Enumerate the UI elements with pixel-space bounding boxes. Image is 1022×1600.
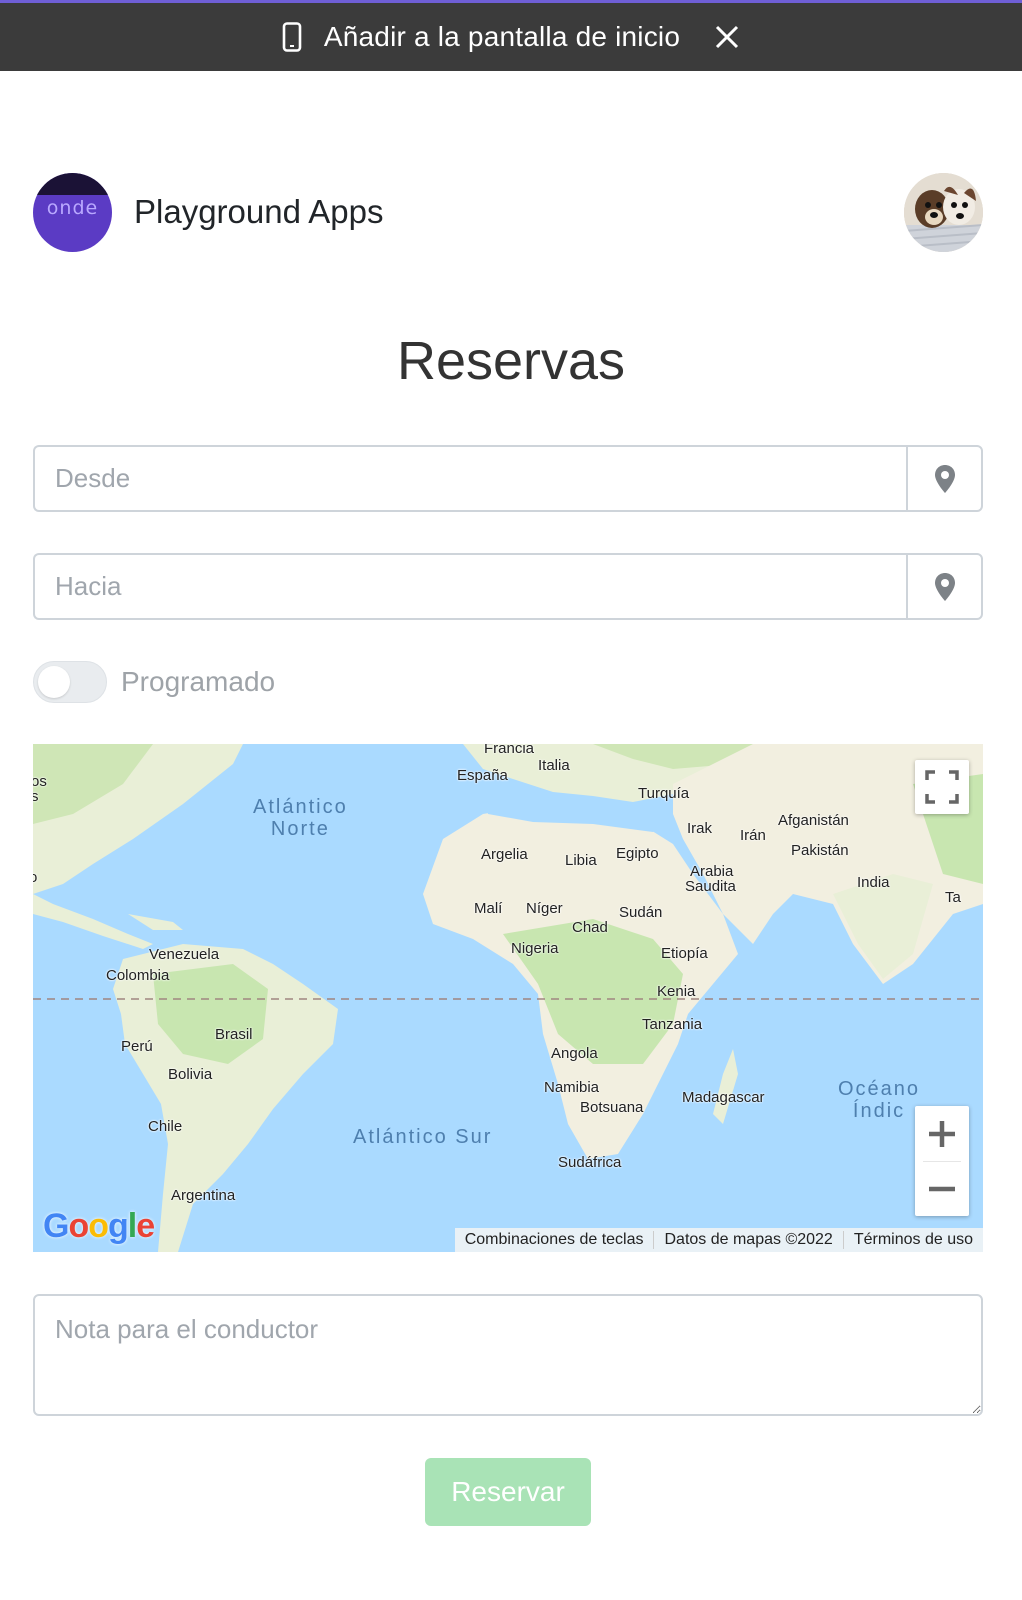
fullscreen-button[interactable] — [915, 760, 969, 814]
country-label: Angola — [551, 1045, 598, 1062]
logo-text: onde — [46, 197, 99, 219]
to-location-button[interactable] — [906, 553, 983, 620]
to-input[interactable] — [33, 553, 906, 620]
country-label: Chad — [572, 919, 608, 936]
scheduled-toggle[interactable] — [33, 661, 107, 703]
country-label: Sudán — [619, 904, 663, 921]
scheduled-row: Programado — [33, 660, 275, 704]
from-input-group — [33, 445, 983, 512]
country-label: Brasil — [215, 1026, 253, 1043]
country-label: Etiopía — [661, 945, 708, 962]
country-label: Egipto — [616, 845, 659, 862]
driver-note-textarea[interactable] — [33, 1294, 983, 1416]
fullscreen-icon — [925, 770, 959, 804]
country-label: Francia — [484, 744, 535, 757]
to-input-group — [33, 553, 983, 620]
country-label: Chile — [148, 1118, 183, 1135]
ocean-label: Océano Índic — [838, 1078, 921, 1122]
google-logo[interactable]: Google — [43, 1207, 155, 1246]
from-input[interactable] — [33, 445, 906, 512]
keyboard-shortcuts-link[interactable]: Combinaciones de teclas — [455, 1231, 654, 1249]
user-avatar[interactable] — [904, 173, 983, 252]
country-label: Colombia — [106, 967, 170, 984]
app-header: onde Playground Apps — [33, 173, 983, 253]
country-label: Saudita — [685, 878, 736, 895]
country-label: India — [857, 874, 890, 891]
country-label: Irak — [687, 820, 713, 837]
terms-of-use-link[interactable]: Términos de uso — [842, 1231, 983, 1249]
country-label: Italia — [538, 757, 570, 774]
zoom-out-button[interactable] — [915, 1161, 969, 1216]
map[interactable]: Atlántico Norte Atlántico Sur Océano Índic… — [33, 744, 983, 1252]
scheduled-label: Programado — [121, 666, 276, 697]
banner-text[interactable]: Añadir a la pantalla de inicio — [324, 21, 680, 53]
country-label: Pakistán — [791, 842, 849, 859]
country-label: Irán — [740, 827, 766, 844]
country-label: Namibia — [544, 1079, 600, 1096]
country-label: Kenia — [657, 983, 696, 1000]
country-label: Perú — [121, 1038, 153, 1055]
country-label: Venezuela — [149, 946, 220, 963]
map-data-text: Datos de mapas ©2022 — [653, 1231, 842, 1249]
country-label: Argentina — [171, 1187, 236, 1204]
phone-icon — [282, 22, 302, 52]
ocean-label: Atlántico Norte — [253, 796, 348, 840]
country-label: Sudáfrica — [558, 1154, 622, 1171]
close-icon[interactable] — [714, 24, 740, 50]
app-name: Playground Apps — [134, 193, 384, 230]
country-label: Ta — [945, 889, 961, 906]
country-label: Nigeria — [511, 940, 559, 957]
add-to-home-banner: Añadir a la pantalla de inicio — [0, 0, 1022, 71]
page-title: Reservas — [396, 331, 626, 391]
country-label: s — [33, 788, 39, 805]
book-button[interactable]: Reservar — [425, 1458, 591, 1526]
zoom-control — [915, 1106, 969, 1216]
country-label: España — [457, 767, 508, 784]
zoom-in-icon — [929, 1120, 955, 1147]
country-label: Botsuana — [580, 1099, 644, 1116]
country-label: o — [33, 869, 38, 886]
ocean-label: Atlántico Sur — [353, 1126, 493, 1148]
map-attribution: Combinaciones de teclas Datos de mapas ©… — [454, 1228, 983, 1252]
zoom-out-icon — [929, 1186, 955, 1191]
country-label: Argelia — [481, 846, 528, 863]
country-label: Turquía — [638, 785, 690, 802]
zoom-in-button[interactable] — [915, 1106, 969, 1161]
country-label: Níger — [526, 900, 563, 917]
country-label: Libia — [565, 852, 597, 869]
map-pin-icon — [934, 572, 955, 601]
country-label: Madagascar — [682, 1089, 765, 1106]
country-label: Bolivia — [168, 1066, 213, 1083]
from-location-button[interactable] — [906, 445, 983, 512]
country-label: Afganistán — [778, 812, 849, 829]
map-pin-icon — [934, 464, 955, 493]
country-label: Malí — [474, 900, 503, 917]
app-logo[interactable]: onde — [33, 173, 112, 252]
country-label: Tanzania — [642, 1016, 703, 1033]
